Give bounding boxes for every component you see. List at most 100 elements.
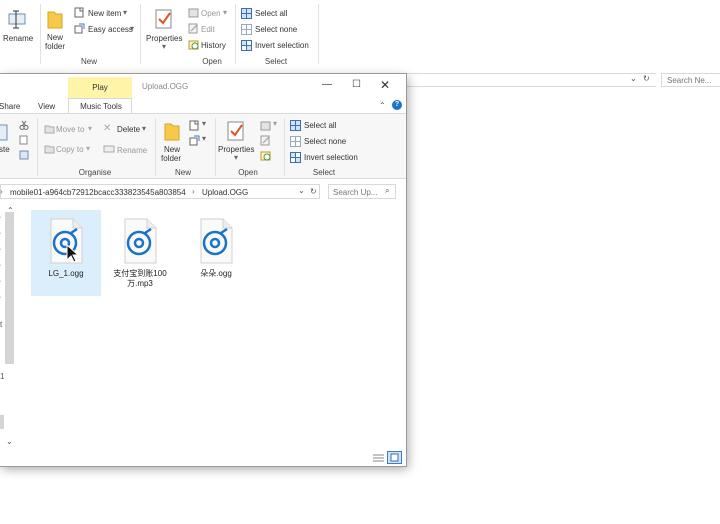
paste-label[interactable]: ste: [0, 145, 10, 154]
nav-item-fragment[interactable]: 1: [0, 372, 4, 381]
back-edit-label[interactable]: Edit: [201, 25, 215, 34]
tab-share[interactable]: Share: [0, 102, 20, 111]
new-folder-label-2[interactable]: folder: [161, 154, 181, 163]
chevron-down-icon: ▾: [273, 119, 278, 128]
properties-icon[interactable]: [226, 120, 246, 142]
rename-icon[interactable]: [6, 8, 28, 32]
back-select-all-label[interactable]: Select all: [255, 9, 287, 18]
title-bar[interactable]: [0, 74, 406, 98]
back-new-folder-label[interactable]: New folder: [45, 33, 65, 51]
cut-icon[interactable]: [19, 120, 29, 130]
tab-music-tools[interactable]: Music Tools: [68, 98, 132, 113]
tab-view[interactable]: View: [38, 102, 55, 111]
copy-to-label[interactable]: Copy to: [56, 145, 84, 154]
file-list: LG_1.ogg 支付宝到账100万.mp3 朵朵.ogg: [18, 206, 404, 452]
back-group-new: New: [80, 57, 97, 66]
select-all-label[interactable]: Select all: [304, 121, 336, 130]
chevron-down-icon[interactable]: ⌄: [630, 74, 637, 83]
horizontal-scrollbar-thumb[interactable]: [0, 415, 4, 429]
chevron-down-icon: ▾: [223, 8, 228, 17]
back-open-label[interactable]: Open: [201, 9, 221, 18]
expand-arrow-icon[interactable]: ›: [0, 247, 1, 253]
file-item[interactable]: LG_1.ogg: [31, 210, 101, 296]
move-to-label[interactable]: Move to: [56, 125, 84, 134]
properties-icon[interactable]: [154, 8, 174, 30]
search-icon[interactable]: ⌕: [385, 186, 389, 196]
easy-access-icon[interactable]: [189, 135, 200, 146]
expand-arrow-icon[interactable]: ›: [0, 295, 1, 301]
nav-pane-scrollbar[interactable]: [5, 212, 14, 364]
back-new-item-label[interactable]: New item: [88, 9, 121, 18]
paste-icon[interactable]: [0, 122, 10, 142]
status-bar: [0, 450, 406, 466]
ribbon-divider: [37, 118, 38, 176]
expand-arrow-icon[interactable]: ›: [0, 279, 1, 285]
back-invert-selection-label[interactable]: Invert selection: [255, 41, 309, 50]
ribbon-divider: [215, 118, 216, 176]
open-icon[interactable]: [260, 120, 271, 131]
breadcrumb-separator: ›: [0, 187, 3, 196]
new-folder-label-1[interactable]: New: [164, 145, 180, 154]
select-all-icon: [241, 8, 252, 19]
breadcrumb-current[interactable]: Upload.OGG: [202, 188, 248, 197]
back-group-open: Open: [202, 57, 222, 66]
expand-arrow-icon[interactable]: ›: [0, 215, 1, 221]
history-icon[interactable]: [260, 150, 271, 161]
file-name: LG_1.ogg: [48, 269, 84, 278]
file-item[interactable]: 朵朵.ogg: [181, 210, 251, 296]
refresh-icon[interactable]: ↻: [310, 187, 317, 196]
new-folder-icon[interactable]: [46, 8, 64, 30]
address-bar[interactable]: › mobile01-a964cb72912bcacc333823545a803…: [0, 184, 320, 199]
chevron-down-icon: ▾: [88, 124, 93, 133]
back-easy-access-label[interactable]: Easy access: [88, 25, 133, 34]
rename-label[interactable]: Rename: [117, 146, 147, 155]
collapse-ribbon-icon[interactable]: ⌃: [379, 101, 386, 110]
search-box[interactable]: Search Up... ⌕: [328, 184, 396, 199]
group-select: Select: [312, 168, 336, 177]
breadcrumb-folder[interactable]: mobile01-a964cb72912bcacc333823545a80385…: [10, 188, 186, 197]
back-rename-label[interactable]: Rename: [3, 34, 33, 43]
nav-pane-tree[interactable]: › › › › › ›: [0, 211, 4, 311]
large-icons-view-icon[interactable]: [387, 451, 402, 464]
new-item-icon[interactable]: [189, 120, 200, 131]
help-icon[interactable]: ?: [392, 100, 402, 110]
back-select-none-label[interactable]: Select none: [255, 25, 297, 34]
new-folder-icon[interactable]: [163, 120, 181, 142]
invert-selection-label[interactable]: Invert selection: [304, 153, 358, 162]
expand-arrow-icon[interactable]: ›: [0, 231, 1, 237]
chevron-down-icon: ▾: [202, 119, 207, 128]
maximize-button[interactable]: ☐: [352, 79, 361, 90]
expand-arrow-icon[interactable]: ›: [0, 263, 1, 269]
ribbon-divider: [318, 4, 319, 64]
scroll-down-icon[interactable]: ⌄: [6, 437, 13, 446]
select-all-icon: [290, 120, 301, 131]
back-group-select: Select: [264, 57, 288, 66]
window-title: Upload.OGG: [142, 82, 189, 91]
minimize-button[interactable]: —: [322, 79, 332, 90]
chevron-down-icon: ▾: [130, 24, 135, 33]
chevron-down-icon[interactable]: ⌄: [298, 186, 305, 195]
chevron-down-icon: ▾: [142, 124, 147, 133]
back-history-label[interactable]: History: [201, 41, 226, 50]
edit-icon[interactable]: [260, 135, 271, 146]
copy-path-icon[interactable]: [19, 135, 29, 145]
group-new: New: [174, 168, 191, 177]
file-explorer-window: Play Upload.OGG — ☐ ✕ Share View Music T…: [0, 74, 406, 466]
details-view-icon[interactable]: [373, 453, 384, 463]
copy-to-icon: [44, 143, 55, 154]
ribbon-divider: [40, 4, 41, 64]
select-none-label[interactable]: Select none: [304, 137, 346, 146]
back-search-box[interactable]: Search Ne...: [661, 73, 720, 87]
delete-label[interactable]: Delete: [117, 125, 140, 134]
edit-icon: [188, 23, 199, 34]
paste-shortcut-icon[interactable]: [19, 150, 29, 160]
chevron-down-icon: ▾: [123, 8, 128, 17]
select-none-icon: [290, 136, 301, 147]
group-organise: Organise: [78, 168, 112, 177]
audio-disc-icon: [122, 218, 158, 264]
back-address-bar[interactable]: [406, 73, 656, 87]
refresh-icon[interactable]: ↻: [643, 74, 650, 83]
file-item[interactable]: 支付宝到账100万.mp3: [105, 210, 175, 296]
nav-item-fragment[interactable]: t: [0, 320, 2, 329]
close-button[interactable]: ✕: [380, 78, 390, 92]
